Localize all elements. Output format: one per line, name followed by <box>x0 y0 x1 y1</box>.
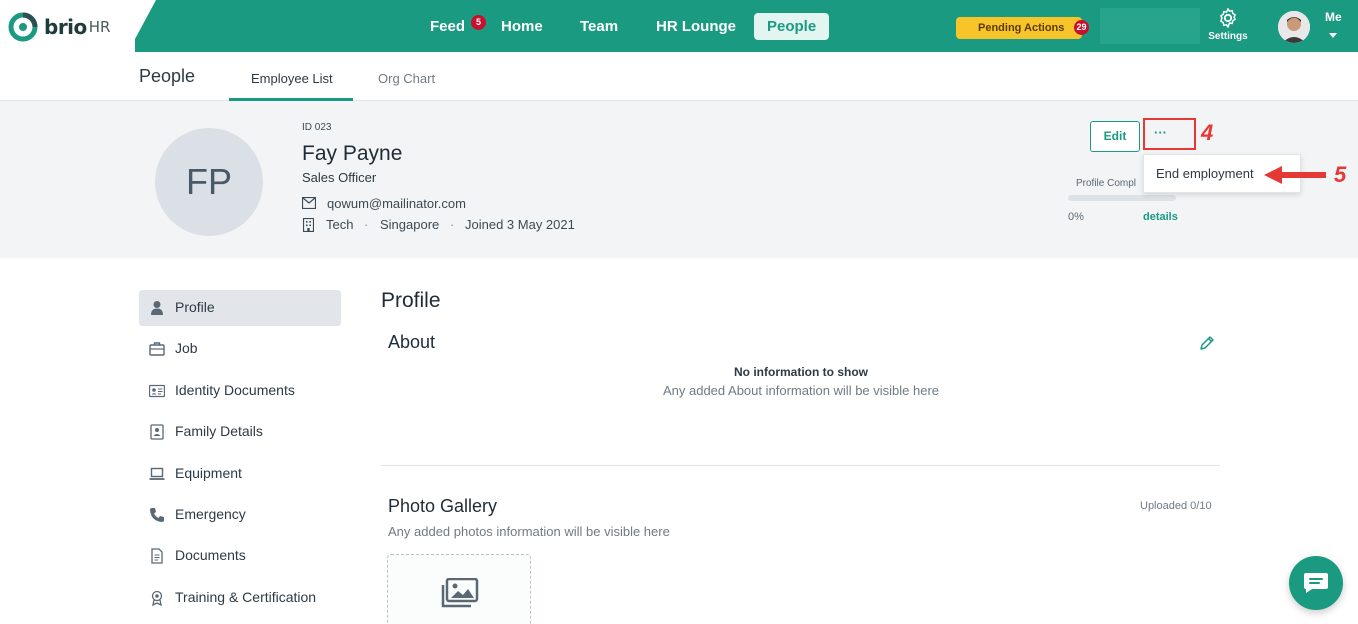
user-avatar[interactable] <box>1278 11 1310 43</box>
employee-location: Singapore <box>380 217 440 232</box>
images-icon <box>441 578 479 608</box>
feed-count-badge: 5 <box>471 15 486 30</box>
chat-button[interactable] <box>1289 556 1343 610</box>
employee-department: Tech <box>326 217 354 232</box>
user-photo-icon <box>1278 11 1310 43</box>
photo-upload-dropzone[interactable] <box>387 554 531 624</box>
nav-hr-lounge-label: HR Lounge <box>656 18 736 35</box>
sidebar-item-emergency[interactable]: Emergency <box>139 497 341 533</box>
employee-email[interactable]: qowum@mailinator.com <box>327 196 466 211</box>
brand-name: brio <box>44 15 87 39</box>
employee-joined: Joined 3 May 2021 <box>465 217 575 232</box>
section-title: Profile <box>381 289 441 312</box>
profile-completion-value: 0% <box>1068 211 1084 223</box>
profile-completion-bar <box>1068 195 1176 201</box>
settings-label: Settings <box>1208 31 1248 42</box>
completion-details-link[interactable]: details <box>1143 211 1178 223</box>
chevron-down-icon[interactable] <box>1329 33 1337 38</box>
nav-team-label: Team <box>580 18 619 35</box>
sidebar-item-identity-documents[interactable]: Identity Documents <box>139 373 341 409</box>
section-divider <box>381 465 1220 466</box>
sidebar-item-label: Training & Certification <box>175 589 317 605</box>
sidebar-item-job[interactable]: Job <box>139 331 341 367</box>
brio-hr-logo[interactable]: brio HR <box>8 12 110 42</box>
sidebar-item-label: Job <box>175 340 198 356</box>
edit-button[interactable]: Edit <box>1090 121 1140 152</box>
employee-name: Fay Payne <box>302 142 403 165</box>
settings-button[interactable]: Settings <box>1205 7 1251 47</box>
separator-dot: · <box>364 217 369 232</box>
sidebar-item-label: Family Details <box>175 423 263 439</box>
separator-dot: · <box>450 217 455 232</box>
employee-avatar: FP <box>155 128 263 236</box>
employee-title: Sales Officer <box>302 170 377 185</box>
redacted-block <box>1100 8 1200 44</box>
sidebar-item-family-details[interactable]: Family Details <box>139 414 341 450</box>
envelope-icon <box>302 197 316 209</box>
sidebar-item-documents[interactable]: Documents <box>139 538 341 574</box>
me-menu-label[interactable]: Me <box>1325 10 1342 24</box>
sidebar-item-equipment[interactable]: Equipment <box>139 456 341 492</box>
briefcase-icon <box>149 342 165 356</box>
profile-completion-label: Profile Compl <box>1076 178 1137 189</box>
sidebar-item-label: Equipment <box>175 465 242 481</box>
sub-navigation: People Employee List Org Chart <box>0 52 1358 101</box>
building-icon <box>303 218 314 232</box>
id-card-icon <box>149 384 165 398</box>
about-empty-subtitle: Any added About information will be visi… <box>662 383 940 398</box>
page-title: People <box>139 66 196 86</box>
nav-home[interactable]: Home <box>501 13 543 40</box>
annotation-step-4: 4 <box>1201 120 1214 145</box>
gear-icon <box>1220 8 1236 28</box>
chat-bubble-icon <box>1304 573 1328 593</box>
nav-people-label: People <box>767 18 817 35</box>
family-icon <box>150 424 164 440</box>
pending-count-badge: 29 <box>1074 20 1089 35</box>
about-heading: About <box>388 332 436 352</box>
annotation-step-5: 5 <box>1334 162 1347 187</box>
document-icon <box>151 548 163 564</box>
more-actions-button[interactable]: ··· <box>1143 118 1196 150</box>
tab-org-chart[interactable]: Org Chart <box>378 71 435 86</box>
sidebar-item-training-certification[interactable]: Training & Certification <box>139 580 341 616</box>
sidebar-item-label: Documents <box>175 547 246 563</box>
top-navigation-bar: brio HR Feed 5 Home Team HR Lounge Peopl… <box>0 0 1358 52</box>
nav-feed[interactable]: Feed <box>430 13 465 40</box>
brand-suffix: HR <box>88 18 111 36</box>
nav-people[interactable]: People <box>754 13 830 40</box>
employee-id: ID 023 <box>302 122 332 133</box>
tab-employee-list[interactable]: Employee List <box>251 71 333 86</box>
end-employment-label: End employment <box>1156 166 1254 181</box>
nav-team[interactable]: Team <box>580 13 618 40</box>
nav-feed-label: Feed <box>430 18 466 35</box>
nav-hr-lounge[interactable]: HR Lounge <box>656 13 736 40</box>
about-empty-title: No information to show <box>734 365 868 379</box>
upload-count: Uploaded 0/10 <box>1140 500 1212 512</box>
sidebar-item-label: Identity Documents <box>175 382 295 398</box>
sidebar-item-label: Emergency <box>175 506 246 522</box>
brio-logo-icon <box>8 12 38 42</box>
annotation-arrow-icon <box>1264 166 1326 184</box>
pending-actions-button[interactable]: Pending Actions <box>956 17 1082 39</box>
pencil-icon[interactable] <box>1199 335 1215 351</box>
photo-gallery-heading: Photo Gallery <box>388 496 498 516</box>
photo-gallery-subtitle: Any added photos information will be vis… <box>388 524 670 539</box>
nav-home-label: Home <box>501 18 543 35</box>
person-icon <box>151 301 163 315</box>
phone-icon <box>150 508 164 522</box>
certificate-icon <box>151 590 163 606</box>
sidebar-item-profile[interactable]: Profile <box>139 290 341 326</box>
sidebar-item-label: Profile <box>175 299 215 315</box>
pending-actions-label: Pending Actions <box>978 22 1065 34</box>
laptop-icon <box>149 467 165 480</box>
